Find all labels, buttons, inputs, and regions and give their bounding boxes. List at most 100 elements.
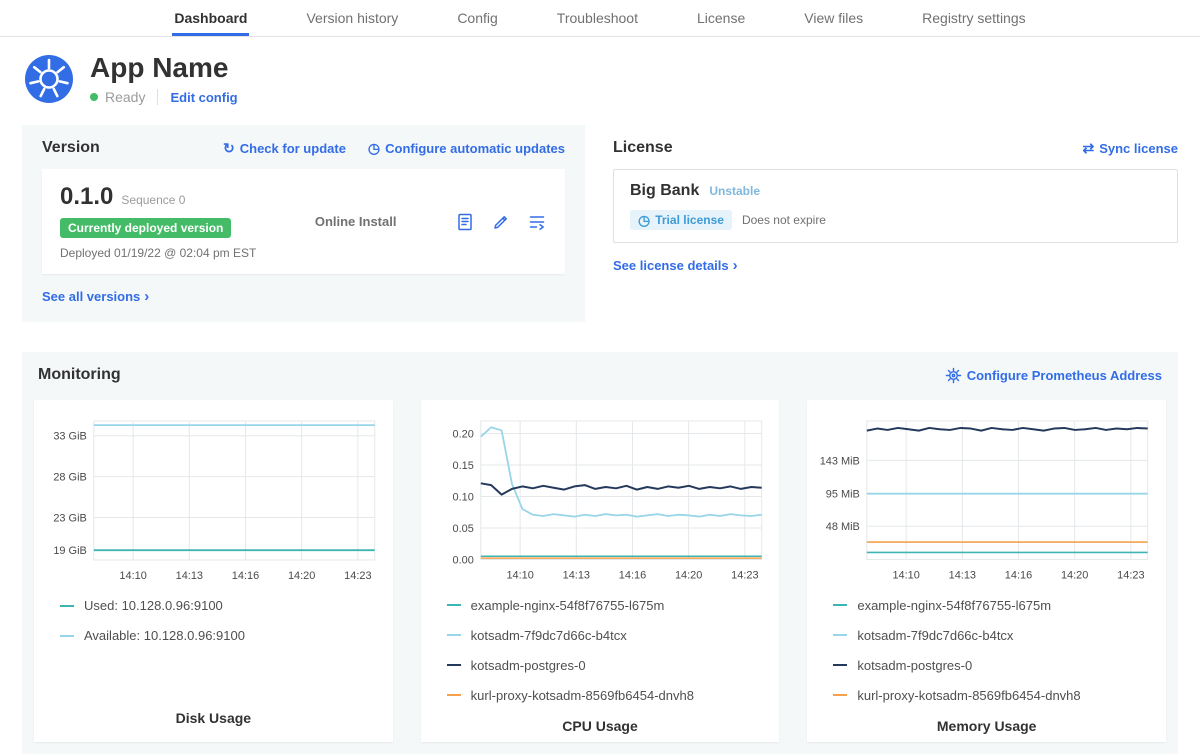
svg-text:14:13: 14:13: [562, 570, 589, 582]
legend-item: kotsadm-7f9dc7d66c-b4tcx: [447, 628, 770, 643]
schedule-icon: ◷: [368, 141, 380, 155]
ready-status-dot: [90, 93, 98, 101]
legend-label: example-nginx-54f8f76755-l675m: [857, 598, 1051, 613]
tab-troubleshoot[interactable]: Troubleshoot: [555, 0, 640, 36]
version-panel: Version ↻ Check for update ◷ Configure a…: [22, 125, 585, 322]
memory-usage-legend: example-nginx-54f8f76755-l675m kotsadm-7…: [817, 598, 1156, 718]
legend-swatch: [833, 694, 847, 696]
svg-text:0.15: 0.15: [452, 460, 473, 472]
cards-row: Version ↻ Check for update ◷ Configure a…: [0, 109, 1200, 322]
legend-swatch: [833, 604, 847, 606]
legend-label: Used: 10.128.0.96:9100: [84, 598, 223, 613]
trial-license-badge: ◷ Trial license: [630, 210, 732, 230]
version-sequence: Sequence 0: [121, 193, 185, 207]
legend-item: kurl-proxy-kotsadm-8569fb6454-dnvh8: [447, 688, 770, 703]
edit-config-link[interactable]: Edit config: [170, 90, 237, 105]
legend-swatch: [60, 635, 74, 637]
page-title: App Name: [90, 52, 238, 84]
tab-dashboard[interactable]: Dashboard: [172, 0, 249, 36]
legend-item: kurl-proxy-kotsadm-8569fb6454-dnvh8: [833, 688, 1156, 703]
cpu-usage-legend: example-nginx-54f8f76755-l675m kotsadm-7…: [431, 598, 770, 718]
legend-item: example-nginx-54f8f76755-l675m: [833, 598, 1156, 613]
legend-item: Available: 10.128.0.96:9100: [60, 628, 383, 643]
install-type-label: Online Install: [315, 214, 397, 229]
tab-version-history[interactable]: Version history: [304, 0, 400, 36]
license-panel: License ⇄ Sync license Big Bank Unstable…: [613, 125, 1178, 275]
tab-config[interactable]: Config: [455, 0, 499, 36]
svg-text:14:16: 14:16: [1005, 570, 1032, 582]
sync-license-button[interactable]: ⇄ Sync license: [1082, 141, 1178, 156]
charts-row: 33 GiB28 GiB23 GiB19 GiB14:1014:1314:161…: [34, 400, 1166, 742]
see-license-details-link[interactable]: See license details ›: [613, 257, 738, 274]
deployed-version-badge: Currently deployed version: [60, 218, 231, 238]
legend-label: example-nginx-54f8f76755-l675m: [471, 598, 665, 613]
configure-prometheus-button[interactable]: Configure Prometheus Address: [945, 367, 1162, 384]
svg-text:0.10: 0.10: [452, 492, 473, 504]
legend-swatch: [60, 605, 74, 607]
svg-text:23 GiB: 23 GiB: [53, 513, 86, 525]
svg-text:95 MiB: 95 MiB: [826, 489, 860, 501]
configure-prometheus-label: Configure Prometheus Address: [967, 368, 1162, 383]
current-version-card: 0.1.0 Sequence 0 Currently deployed vers…: [42, 169, 565, 274]
tab-view-files[interactable]: View files: [802, 0, 865, 36]
license-channel-label: Unstable: [709, 184, 760, 198]
version-section-title: Version: [42, 139, 100, 157]
chevron-right-icon: ›: [733, 257, 738, 274]
legend-label: kurl-proxy-kotsadm-8569fb6454-dnvh8: [471, 688, 694, 703]
legend-item: kotsadm-7f9dc7d66c-b4tcx: [833, 628, 1156, 643]
memory-usage-chart: 143 MiB 95 MiB 48 MiB 14:10 14:13 14:16 14:20 1…: [817, 414, 1156, 585]
legend-item: kotsadm-postgres-0: [447, 658, 770, 673]
legend-label: kotsadm-postgres-0: [857, 658, 972, 673]
svg-text:14:10: 14:10: [119, 570, 146, 582]
svg-text:14:16: 14:16: [232, 570, 259, 582]
monitoring-panel: Monitoring Configure Prometheus Address …: [22, 352, 1178, 754]
sync-icon: ⇄: [1082, 141, 1094, 155]
cpu-usage-chart: 0.200.150.100.050.0014:1014:1314:1614:20…: [431, 414, 770, 585]
license-customer-name: Big Bank: [630, 182, 699, 200]
trial-license-label: Trial license: [655, 213, 724, 227]
legend-item: Used: 10.128.0.96:9100: [60, 598, 383, 613]
refresh-icon: ↻: [223, 141, 235, 155]
deploy-logs-icon[interactable]: [527, 212, 547, 232]
legend-label: kotsadm-postgres-0: [471, 658, 586, 673]
svg-text:143 MiB: 143 MiB: [820, 456, 860, 468]
license-expiry-text: Does not expire: [742, 213, 826, 227]
app-status-text: Ready: [105, 89, 145, 105]
see-all-versions-link[interactable]: See all versions ›: [42, 288, 149, 305]
clock-icon: ◷: [638, 213, 650, 227]
legend-label: kotsadm-7f9dc7d66c-b4tcx: [471, 628, 627, 643]
see-license-details-label: See license details: [613, 258, 729, 273]
edit-config-icon[interactable]: [491, 212, 511, 232]
legend-swatch: [447, 634, 461, 636]
tab-registry-settings[interactable]: Registry settings: [920, 0, 1027, 36]
svg-text:14:20: 14:20: [1061, 570, 1088, 582]
monitoring-section-title: Monitoring: [38, 366, 121, 384]
release-notes-icon[interactable]: [455, 212, 475, 232]
svg-text:28 GiB: 28 GiB: [53, 472, 86, 484]
svg-text:14:16: 14:16: [618, 570, 645, 582]
chart-title: Disk Usage: [44, 710, 383, 726]
check-for-update-button[interactable]: ↻ Check for update: [223, 141, 346, 156]
legend-label: Available: 10.128.0.96:9100: [84, 628, 245, 643]
svg-text:14:13: 14:13: [949, 570, 976, 582]
svg-text:14:10: 14:10: [893, 570, 920, 582]
sync-license-label: Sync license: [1099, 141, 1178, 156]
gear-icon: [945, 367, 962, 384]
svg-text:14:20: 14:20: [675, 570, 702, 582]
configure-automatic-updates-label: Configure automatic updates: [385, 141, 565, 156]
deployed-timestamp: Deployed 01/19/22 @ 02:04 pm EST: [60, 246, 256, 260]
svg-text:14:23: 14:23: [1118, 570, 1145, 582]
check-for-update-label: Check for update: [240, 141, 346, 156]
memory-usage-chart-card: 143 MiB 95 MiB 48 MiB 14:10 14:13 14:16 14:20 1…: [807, 400, 1166, 742]
svg-text:14:10: 14:10: [506, 570, 533, 582]
svg-text:14:23: 14:23: [731, 570, 758, 582]
configure-automatic-updates-button[interactable]: ◷ Configure automatic updates: [368, 141, 565, 156]
kubernetes-logo-icon: [24, 54, 74, 104]
chart-title: Memory Usage: [817, 718, 1156, 734]
version-details: 0.1.0 Sequence 0 Currently deployed vers…: [60, 183, 256, 260]
cpu-usage-chart-card: 0.200.150.100.050.0014:1014:1314:1614:20…: [421, 400, 780, 742]
tab-license[interactable]: License: [695, 0, 747, 36]
svg-text:48 MiB: 48 MiB: [826, 521, 860, 533]
chart-title: CPU Usage: [431, 718, 770, 734]
legend-swatch: [447, 664, 461, 666]
